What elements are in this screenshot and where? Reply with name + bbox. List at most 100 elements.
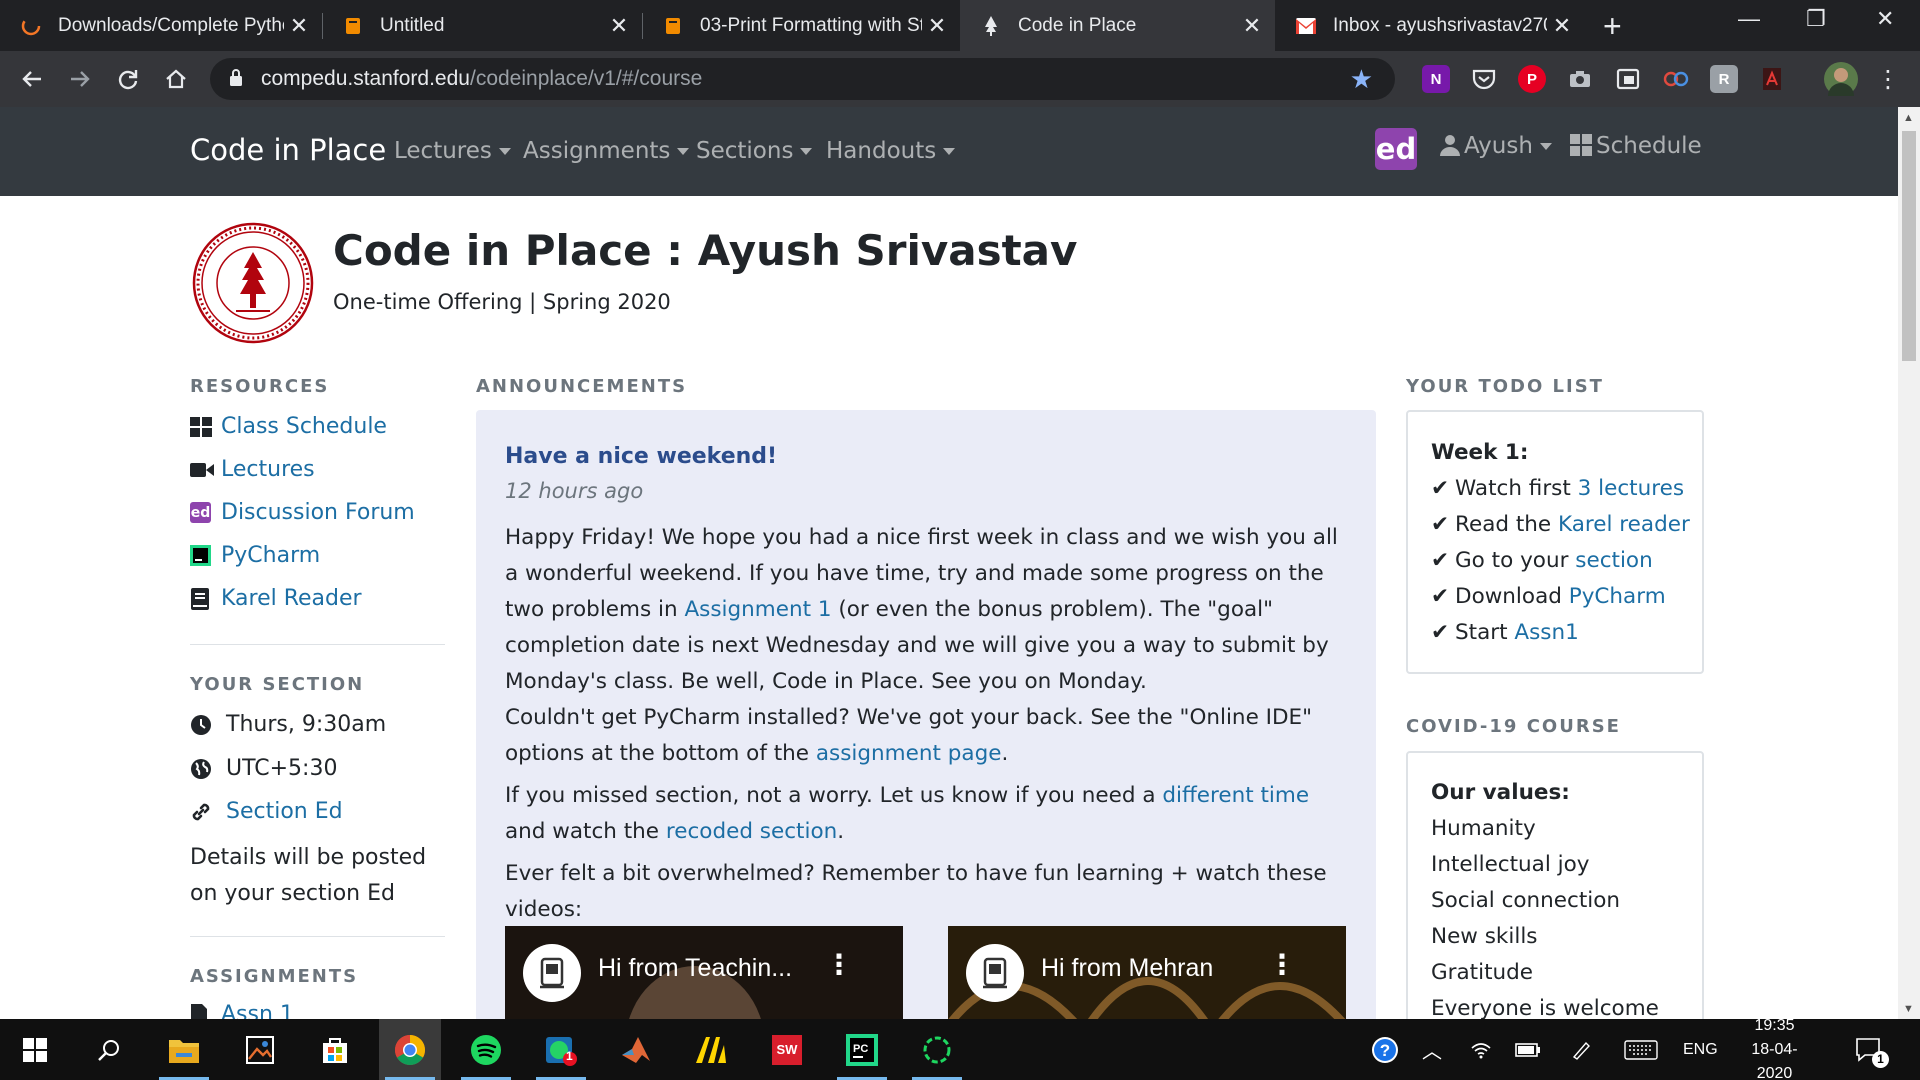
reload-icon [118, 70, 138, 90]
new-tab-button[interactable]: + [1603, 8, 1622, 45]
chrome-menu-button[interactable]: ⋮ [1870, 61, 1906, 97]
site-navbar: Code in Place Lectures Assignments Secti… [0, 107, 1898, 196]
pen-icon[interactable] [1570, 1019, 1592, 1080]
close-tab-icon[interactable]: ✕ [284, 13, 314, 39]
help-icon[interactable]: ? [1370, 1019, 1400, 1080]
ed-logo[interactable]: ed [1375, 128, 1417, 170]
todo-link[interactable]: Karel reader [1558, 512, 1690, 537]
todo-link[interactable]: Assn1 [1514, 620, 1578, 645]
section-timezone-text: UTC+5:30 [226, 756, 338, 781]
photos-icon[interactable] [229, 1019, 291, 1080]
resource-lectures[interactable]: Lectures [190, 457, 315, 482]
language-indicator[interactable]: ENG [1683, 1019, 1718, 1080]
nav-handouts-dropdown[interactable]: Handouts [826, 138, 956, 164]
check-icon: ✔ [1431, 512, 1450, 537]
profile-avatar[interactable] [1824, 62, 1858, 96]
assignment-page-link[interactable]: assignment page [816, 741, 1002, 766]
close-tab-icon[interactable]: ✕ [1547, 13, 1577, 39]
different-time-link[interactable]: different time [1162, 783, 1309, 808]
search-icon[interactable] [78, 1019, 140, 1080]
resource-discussion-forum[interactable]: ed Discussion Forum [190, 500, 415, 525]
nav-label: Lectures [394, 138, 492, 164]
notification-center-icon[interactable]: 1 [1855, 1019, 1889, 1080]
more-options-icon[interactable]: ⋮ [825, 948, 853, 981]
archicad-icon[interactable] [680, 1019, 742, 1080]
solidworks-icon[interactable]: SW [756, 1019, 818, 1080]
user-dropdown[interactable]: Ayush [1440, 133, 1552, 159]
nav-assignments-dropdown[interactable]: Assignments [523, 138, 690, 164]
tab-title: Code in Place [1018, 14, 1137, 36]
todo-link[interactable]: PyCharm [1569, 584, 1666, 609]
back-button[interactable] [14, 61, 50, 97]
chevron-up-icon[interactable]: ︿ [1422, 1019, 1442, 1080]
assignment-1-link[interactable]: Assignment 1 [684, 597, 831, 622]
pdf-extension-icon[interactable] [1758, 65, 1786, 93]
browser-tab[interactable]: Inbox - ayushsrivastav2702 ✕ [1275, 0, 1585, 51]
translate-extension-icon[interactable] [1662, 65, 1690, 93]
store-icon[interactable] [304, 1019, 366, 1080]
read-extension-icon[interactable]: R [1710, 65, 1738, 93]
video-embed[interactable]: Hi from Mehran ⋮ [948, 926, 1346, 1019]
address-bar[interactable]: compedu.stanford.edu/codeinplace/v1/#/co… [210, 58, 1395, 100]
camera-extension-icon[interactable] [1566, 65, 1594, 93]
minimize-button[interactable]: — [1738, 6, 1760, 32]
section-ed-link[interactable]: Section Ed [190, 799, 343, 824]
window-close-button[interactable]: ✕ [1876, 6, 1894, 32]
browser-tab-active[interactable]: Code in Place ✕ [960, 0, 1275, 51]
scroll-up-icon[interactable]: ▲ [1903, 112, 1914, 124]
window-extension-icon[interactable] [1614, 65, 1642, 93]
scroll-down-icon[interactable]: ▼ [1903, 1003, 1914, 1015]
restore-button[interactable]: ❐ [1806, 6, 1826, 32]
clock-icon [190, 714, 214, 736]
video-embed[interactable]: Hi from Teachin... ⋮ [505, 926, 903, 1019]
pocket-extension-icon[interactable] [1470, 65, 1498, 93]
site-brand[interactable]: Code in Place [190, 133, 386, 167]
windows-start-icon[interactable] [4, 1019, 66, 1080]
reload-button[interactable] [110, 61, 146, 97]
jupyter-icon[interactable] [906, 1019, 968, 1080]
svg-text:PC: PC [853, 1043, 868, 1055]
resource-karel-reader[interactable]: Karel Reader [190, 586, 362, 611]
page-scrollbar[interactable]: ▲ ▼ [1898, 107, 1920, 1019]
close-tab-icon[interactable]: ✕ [1237, 13, 1267, 39]
recoded-section-link[interactable]: recoded section [666, 819, 837, 844]
file-explorer-icon[interactable] [153, 1019, 215, 1080]
keyboard-icon[interactable] [1624, 1019, 1658, 1080]
video-title: Hi from Mehran [1041, 954, 1214, 982]
back-arrow-icon [22, 71, 41, 87]
todo-text: Read the [1455, 512, 1558, 537]
matlab-icon[interactable] [605, 1019, 667, 1080]
more-options-icon[interactable]: ⋮ [1268, 948, 1296, 981]
todo-item: ✔ Start Assn1 [1431, 620, 1579, 645]
resource-class-schedule[interactable]: Class Schedule [190, 414, 387, 439]
pinterest-extension-icon[interactable]: P [1518, 65, 1546, 93]
scrollbar-thumb[interactable] [1902, 131, 1916, 361]
todo-link[interactable]: 3 lectures [1578, 476, 1684, 501]
whatsapp-icon[interactable]: 1 [530, 1019, 592, 1080]
browser-tab[interactable]: Downloads/Complete Pytho ✕ [0, 0, 322, 51]
value-item: Social connection [1431, 888, 1621, 913]
onenote-extension-icon[interactable]: N [1422, 65, 1450, 93]
section-time: Thurs, 9:30am [190, 712, 386, 737]
nav-sections-dropdown[interactable]: Sections [696, 138, 813, 164]
browser-tab[interactable]: 03-Print Formatting with St ✕ [642, 0, 960, 51]
close-tab-icon[interactable]: ✕ [922, 13, 952, 39]
para-text: and watch the [505, 819, 666, 844]
todo-link[interactable]: section [1575, 548, 1652, 573]
todo-item: ✔ Read the Karel reader [1431, 512, 1690, 537]
pycharm-icon[interactable]: PC [831, 1019, 893, 1080]
spotify-icon[interactable] [455, 1019, 517, 1080]
battery-icon[interactable] [1515, 1019, 1541, 1080]
nav-lectures-dropdown[interactable]: Lectures [394, 138, 511, 164]
nav-schedule-link[interactable]: Schedule [1570, 133, 1702, 159]
browser-tab[interactable]: Untitled ✕ [322, 0, 642, 51]
wifi-icon[interactable] [1470, 1019, 1492, 1080]
resource-pycharm[interactable]: PyCharm [190, 543, 320, 568]
clock[interactable]: 19:35 18-04-2020 [1737, 1017, 1812, 1080]
forward-button[interactable] [62, 61, 98, 97]
chrome-icon[interactable] [379, 1019, 441, 1080]
close-tab-icon[interactable]: ✕ [604, 13, 634, 39]
assignment-link[interactable]: Assn 1 [190, 1002, 294, 1019]
bookmark-star-icon[interactable]: ★ [1350, 64, 1373, 95]
home-button[interactable] [158, 61, 194, 97]
